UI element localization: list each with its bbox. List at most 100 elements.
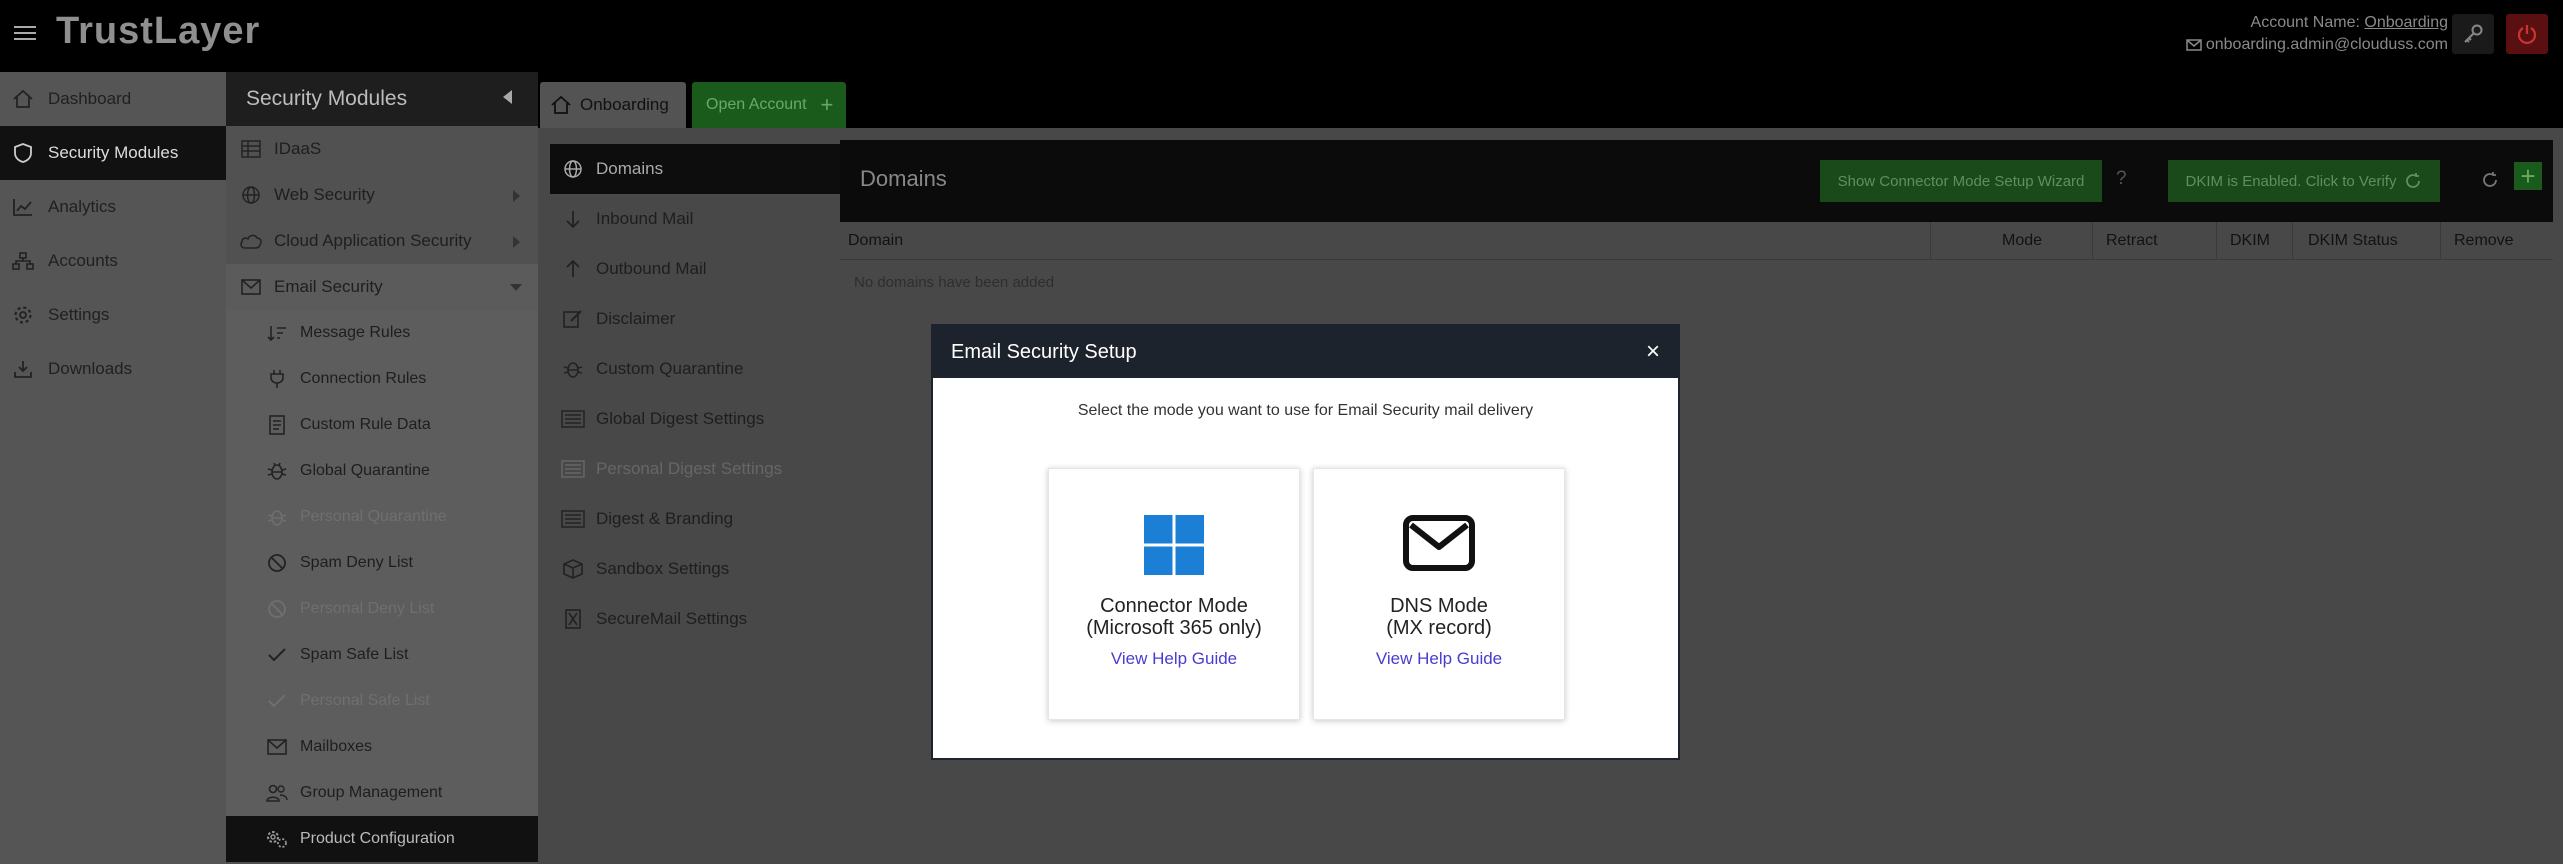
- dns-mode-card[interactable]: DNS Mode (MX record) View Help Guide: [1313, 468, 1565, 720]
- hourglass-icon: [560, 608, 586, 630]
- refresh-domains-icon[interactable]: [2480, 170, 2500, 195]
- email-sub-label: Product Configuration: [300, 830, 455, 847]
- power-icon: [2517, 25, 2537, 45]
- key-button[interactable]: [2452, 14, 2494, 54]
- dkim-verify-button[interactable]: DKIM is Enabled. Click to Verify: [2168, 160, 2440, 202]
- module-label: IDaaS: [274, 139, 322, 158]
- module-web-security[interactable]: Web Security: [226, 172, 538, 218]
- globe-icon: [238, 184, 264, 206]
- submenu-inbound-mail[interactable]: Inbound Mail: [550, 194, 840, 244]
- submenu-label: Domains: [596, 159, 664, 178]
- column-divider: [2440, 222, 2441, 260]
- expand-arrow-icon: [513, 190, 520, 202]
- submenu-global-digest-settings[interactable]: Global Digest Settings: [550, 394, 840, 444]
- email-sub-personal-deny-list: Personal Deny List: [226, 586, 538, 632]
- email-sub-message-rules[interactable]: Message Rules: [226, 310, 538, 356]
- email-sub-mailboxes[interactable]: Mailboxes: [226, 724, 538, 770]
- email-sub-group-management[interactable]: Group Management: [226, 770, 538, 816]
- nav-item-security-modules[interactable]: Security Modules: [0, 126, 226, 180]
- column-header-dkim-status[interactable]: DKIM Status: [2308, 232, 2398, 250]
- submenu-sandbox-settings[interactable]: Sandbox Settings: [550, 544, 840, 594]
- table-icon: [238, 138, 264, 160]
- submenu-label: Global Digest Settings: [596, 409, 765, 428]
- checkmark-icon: [264, 690, 290, 712]
- account-name-link[interactable]: Onboarding: [2364, 14, 2448, 31]
- email-sub-label: Mailboxes: [300, 738, 373, 755]
- column-header-dkim[interactable]: DKIM: [2230, 232, 2270, 250]
- box-icon: [560, 558, 586, 580]
- modal-title: Email Security Setup: [951, 340, 1137, 363]
- submenu-label: Inbound Mail: [596, 209, 694, 228]
- envelope-icon: [1403, 515, 1475, 571]
- module-idaas[interactable]: IDaaS: [226, 126, 538, 172]
- email-sub-spam-safe-list[interactable]: Spam Safe List: [226, 632, 538, 678]
- nav-item-settings[interactable]: Settings: [0, 288, 226, 342]
- dns-help-guide-link[interactable]: View Help Guide: [1314, 649, 1564, 669]
- globe-icon: [560, 158, 586, 180]
- connector-help-guide-link[interactable]: View Help Guide: [1049, 649, 1299, 669]
- add-domain-button[interactable]: +: [2514, 162, 2542, 190]
- module-label: Cloud Application Security: [274, 231, 472, 250]
- gear-icon: [10, 304, 36, 326]
- download-icon: [10, 358, 36, 380]
- column-header-mode[interactable]: Mode: [2002, 232, 2042, 250]
- tab-onboarding[interactable]: Onboarding: [540, 82, 686, 128]
- collapse-arrow-icon: [510, 284, 522, 291]
- account-info: Account Name: Onboarding onboarding.admi…: [2186, 12, 2448, 56]
- list-icon: [560, 508, 586, 530]
- dns-mode-title: DNS Mode (MX record): [1314, 595, 1564, 639]
- email-sub-connection-rules[interactable]: Connection Rules: [226, 356, 538, 402]
- email-sub-personal-safe-list: Personal Safe List: [226, 678, 538, 724]
- nav-item-label: Downloads: [48, 359, 133, 378]
- column-header-remove[interactable]: Remove: [2454, 232, 2514, 250]
- email-sub-spam-deny-list[interactable]: Spam Deny List: [226, 540, 538, 586]
- column-divider: [2092, 222, 2093, 260]
- email-sub-label: Group Management: [300, 784, 443, 801]
- security-modules-panel: Security Modules IDaaS Web Security Clou…: [226, 72, 538, 864]
- connector-mode-title-line1: Connector Mode: [1100, 595, 1248, 617]
- dns-mode-title-line2: (MX record): [1386, 617, 1492, 639]
- nav-item-label: Settings: [48, 305, 110, 324]
- nav-item-label: Analytics: [48, 197, 117, 216]
- module-label: Email Security: [274, 277, 383, 296]
- module-email-security[interactable]: Email Security: [226, 264, 538, 310]
- column-divider: [2216, 222, 2217, 260]
- ban-icon: [264, 598, 290, 620]
- column-header-domain[interactable]: Domain: [848, 232, 903, 250]
- nav-item-downloads[interactable]: Downloads: [0, 342, 226, 396]
- top-bar: TrustLayer Account Name: Onboarding onbo…: [0, 0, 2563, 72]
- nav-item-accounts[interactable]: Accounts: [0, 234, 226, 288]
- security-modules-title: Security Modules: [246, 87, 408, 110]
- submenu-securemail-settings[interactable]: SecureMail Settings: [550, 594, 840, 644]
- close-icon[interactable]: ×: [1646, 338, 1660, 366]
- left-navigation: Dashboard Security Modules Analytics Acc…: [0, 72, 226, 864]
- home-icon: [550, 95, 572, 115]
- email-sub-custom-rule-data[interactable]: Custom Rule Data: [226, 402, 538, 448]
- submenu-label: Digest & Branding: [596, 509, 734, 528]
- submenu-domains[interactable]: Domains: [550, 144, 840, 194]
- column-header-retract[interactable]: Retract: [2106, 232, 2158, 250]
- collapse-panel-icon[interactable]: [503, 90, 512, 104]
- nav-item-analytics[interactable]: Analytics: [0, 180, 226, 234]
- email-sub-label: Spam Safe List: [300, 646, 409, 663]
- nav-item-dashboard[interactable]: Dashboard: [0, 72, 226, 126]
- module-cloud-application-security[interactable]: Cloud Application Security: [226, 218, 538, 264]
- connector-wizard-button[interactable]: Show Connector Mode Setup Wizard: [1820, 160, 2102, 202]
- logout-button[interactable]: [2506, 14, 2548, 54]
- hamburger-menu-icon[interactable]: [14, 22, 36, 44]
- submenu-digest-branding[interactable]: Digest & Branding: [550, 494, 840, 544]
- submenu-label: Personal Digest Settings: [596, 459, 783, 478]
- submenu-custom-quarantine[interactable]: Custom Quarantine: [550, 344, 840, 394]
- connector-mode-card[interactable]: Connector Mode (Microsoft 365 only) View…: [1048, 468, 1300, 720]
- submenu-outbound-mail[interactable]: Outbound Mail: [550, 244, 840, 294]
- tab-label: Open Account: [706, 96, 807, 113]
- submenu-disclaimer[interactable]: Disclaimer: [550, 294, 840, 344]
- plug-icon: [264, 368, 290, 390]
- modal-header: Email Security Setup ×: [933, 326, 1678, 378]
- shield-icon: [10, 142, 36, 164]
- email-sub-label: Personal Deny List: [300, 600, 435, 617]
- tab-open-account[interactable]: Open Account +: [692, 82, 846, 128]
- email-sub-product-configuration[interactable]: Product Configuration: [226, 816, 538, 862]
- email-sub-global-quarantine[interactable]: Global Quarantine: [226, 448, 538, 494]
- help-icon[interactable]: ?: [2116, 168, 2127, 190]
